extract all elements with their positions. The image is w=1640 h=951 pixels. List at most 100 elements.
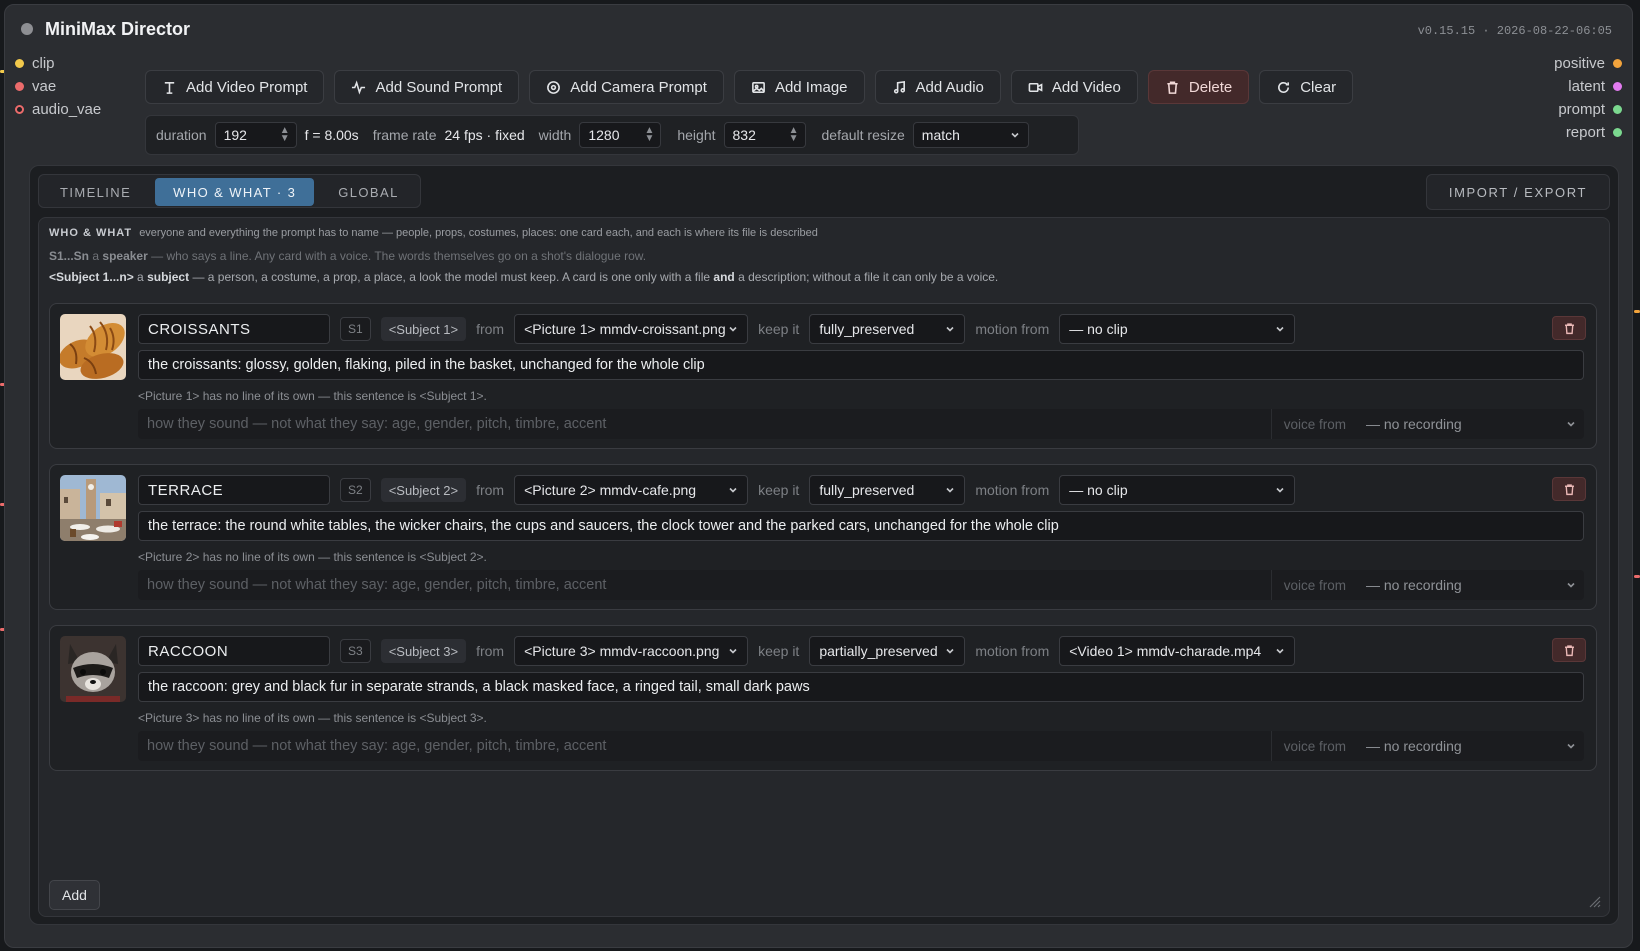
tab-global[interactable]: GLOBAL xyxy=(320,178,416,206)
input-slot-audio-vae[interactable]: audio_vae xyxy=(15,101,101,118)
import-export-button[interactable]: IMPORT / EXPORT xyxy=(1425,174,1610,210)
voice-value: — no recording xyxy=(1366,577,1462,593)
motion-select[interactable]: <Video 1> mmdv-charade.mp4 xyxy=(1059,636,1296,666)
source-select[interactable]: <Picture 1> mmdv-croissant.png xyxy=(514,314,749,344)
width-value: 1280 xyxy=(588,127,620,143)
voice-select[interactable]: — no recording xyxy=(1358,416,1584,432)
add-sound-prompt-button[interactable]: Add Sound Prompt xyxy=(334,70,520,104)
output-slot-latent[interactable]: latent xyxy=(1568,78,1622,95)
who-and-what-content: WHO & WHAT everyone and everything the p… xyxy=(38,217,1610,917)
motion-select[interactable]: — no clip xyxy=(1059,475,1296,505)
input-slot-clip[interactable]: clip xyxy=(15,55,55,72)
delete-card-button[interactable] xyxy=(1552,316,1586,340)
add-video-button[interactable]: Add Video xyxy=(1010,70,1138,104)
source-select[interactable]: <Picture 2> mmdv-cafe.png xyxy=(514,475,749,505)
voice-from-label: voice from xyxy=(1270,731,1358,761)
button-label: Add Image xyxy=(774,78,848,96)
node-title: MiniMax Director xyxy=(45,19,191,39)
slot-label: positive xyxy=(1554,55,1605,72)
keep-select[interactable]: fully_preserved xyxy=(809,314,966,344)
button-label: Delete xyxy=(1188,78,1233,96)
toolbar: Add Video Prompt Add Sound Prompt Add Ca… xyxy=(145,70,1354,104)
trash-icon xyxy=(1564,483,1574,495)
chevron-down-icon xyxy=(946,487,954,493)
keep-select[interactable]: fully_preserved xyxy=(809,475,966,505)
voice-description-input[interactable]: how they sound — not what they say: age,… xyxy=(138,738,1271,754)
spinner-icon[interactable]: ▲ ▼ xyxy=(789,126,799,144)
wire xyxy=(1634,310,1640,313)
tab-bar: TIMELINE WHO & WHAT · 3 GLOBAL xyxy=(38,174,421,208)
delete-button[interactable]: Delete xyxy=(1147,70,1250,104)
subject-name-input[interactable]: TERRACE xyxy=(138,475,330,505)
subject-token: <Subject 1...n> xyxy=(49,270,134,284)
slot-dot-icon xyxy=(1613,105,1622,114)
resize-select[interactable]: match xyxy=(912,122,1029,148)
source-select[interactable]: <Picture 3> mmdv-raccoon.png xyxy=(514,636,749,666)
width-input[interactable]: 1280 ▲ ▼ xyxy=(579,122,662,148)
card-note: <Picture 2> has no line of its own — thi… xyxy=(138,550,487,564)
subject-name-input[interactable]: RACCOON xyxy=(138,636,330,666)
main-panel: TIMELINE WHO & WHAT · 3 GLOBAL IMPORT / … xyxy=(29,165,1619,925)
add-image-button[interactable]: Add Image xyxy=(733,70,865,104)
output-slot-positive[interactable]: positive xyxy=(1554,55,1622,72)
subject-tag: <Subject 3> xyxy=(380,639,467,663)
slot-label: audio_vae xyxy=(32,101,102,118)
delete-card-button[interactable] xyxy=(1552,638,1586,662)
spinner-icon[interactable]: ▲ ▼ xyxy=(280,126,290,144)
duration-label: duration xyxy=(156,127,207,143)
slot-label: report xyxy=(1565,124,1605,141)
add-camera-prompt-button[interactable]: Add Camera Prompt xyxy=(529,70,724,104)
node-title-bar[interactable]: MiniMax Director v0.15.15 · 2026-08-22-0… xyxy=(5,5,1632,49)
speaker-badge: S3 xyxy=(340,639,371,663)
chevron-down-icon xyxy=(1567,582,1575,588)
delete-card-button[interactable] xyxy=(1552,477,1586,501)
subject-name-input[interactable]: CROISSANTS xyxy=(138,314,330,344)
duration-input[interactable]: 192 ▲ ▼ xyxy=(214,122,297,148)
help-text: — who says a line. Any card with a voice… xyxy=(151,249,647,263)
input-slot-vae[interactable]: vae xyxy=(15,78,56,95)
tab-who-and-what[interactable]: WHO & WHAT · 3 xyxy=(155,178,315,206)
chevron-down-icon xyxy=(946,648,954,654)
resize-handle-icon[interactable] xyxy=(1587,894,1601,908)
source-value: <Picture 3> mmdv-raccoon.png xyxy=(524,643,720,659)
output-slot-report[interactable]: report xyxy=(1566,124,1622,141)
add-card-button[interactable]: Add xyxy=(49,880,100,910)
voice-select[interactable]: — no recording xyxy=(1358,738,1584,754)
output-slot-prompt[interactable]: prompt xyxy=(1558,101,1622,118)
button-label: Clear xyxy=(1300,78,1337,96)
description-input[interactable]: the croissants: glossy, golden, flaking,… xyxy=(138,350,1584,380)
keep-select[interactable]: partially_preserved xyxy=(809,636,966,666)
chevron-down-icon xyxy=(1276,648,1284,654)
frame-rate-value: 24 fps · fixed xyxy=(444,127,525,143)
spinner-icon[interactable]: ▲ ▼ xyxy=(644,126,654,144)
tab-timeline[interactable]: TIMELINE xyxy=(42,178,149,206)
voice-from-label: voice from xyxy=(1270,570,1358,600)
clear-button[interactable]: Clear xyxy=(1259,70,1354,104)
raccoon-thumbnail xyxy=(60,636,126,702)
motion-select[interactable]: — no clip xyxy=(1059,314,1296,344)
subject-card: TERRACE S2 <Subject 2> from <Picture 2> … xyxy=(49,464,1597,610)
subject-word: subject xyxy=(147,270,190,284)
description-input[interactable]: the terrace: the round white tables, the… xyxy=(138,511,1584,541)
voice-description-input[interactable]: how they sound — not what they say: age,… xyxy=(138,577,1271,593)
card-note: <Picture 3> has no line of its own — thi… xyxy=(138,711,487,725)
help-subject: <Subject 1...n> a subject — a person, a … xyxy=(49,270,998,284)
description-input[interactable]: the raccoon: grey and black fur in separ… xyxy=(138,672,1584,702)
slot-dot-icon xyxy=(15,82,24,91)
slot-label: vae xyxy=(32,78,57,95)
height-input[interactable]: 832 ▲ ▼ xyxy=(723,122,806,148)
collapse-dot-icon[interactable] xyxy=(21,23,33,35)
help-speaker: S1...Sn a speaker — who says a line. Any… xyxy=(49,249,646,263)
speaker-token: S1...Sn xyxy=(49,249,90,263)
director-node: MiniMax Director v0.15.15 · 2026-08-22-0… xyxy=(4,4,1633,948)
subject-tag: <Subject 2> xyxy=(380,478,467,502)
voice-select[interactable]: — no recording xyxy=(1358,577,1584,593)
add-video-prompt-button[interactable]: Add Video Prompt xyxy=(145,70,325,104)
motion-value: — no clip xyxy=(1069,321,1128,337)
button-label: Add Video xyxy=(1051,78,1121,96)
voice-description-input[interactable]: how they sound — not what they say: age,… xyxy=(138,416,1271,432)
button-label: Add Sound Prompt xyxy=(375,78,503,96)
add-audio-button[interactable]: Add Audio xyxy=(874,70,1001,104)
slot-label: clip xyxy=(32,55,55,72)
speaker-badge: S2 xyxy=(340,478,371,502)
